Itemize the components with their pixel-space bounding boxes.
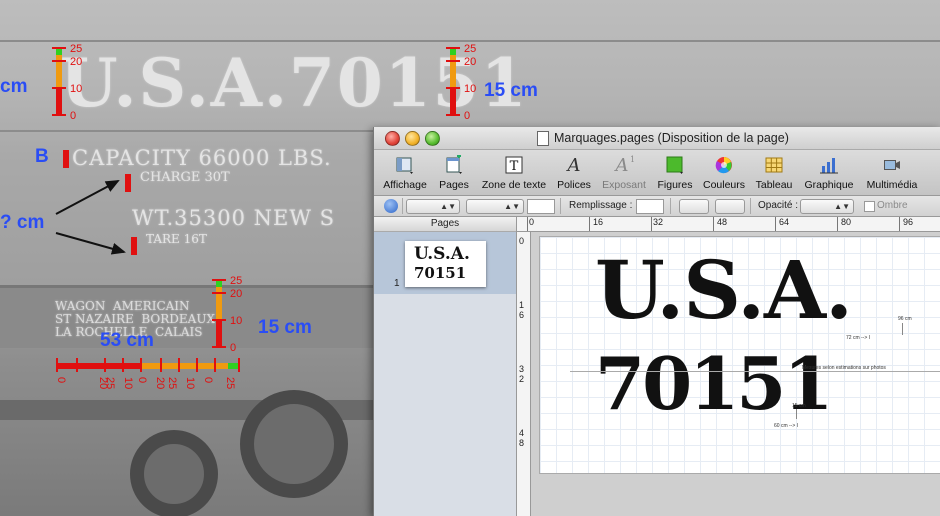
pages-sidebar: Pages U.S.A. 70151 1	[374, 217, 517, 516]
annotation-53cm: 53 cm	[100, 330, 154, 351]
opacity-label: Opacité :	[758, 200, 799, 211]
horizontal-ruler: 0 25 20 10 0 25 20 10 0 25	[55, 358, 242, 398]
document-page[interactable]: U.S.A. 70151 96 cm 72 cm --> I Mesures s…	[539, 236, 940, 474]
close-button[interactable]	[385, 131, 400, 146]
vertical-doc-ruler[interactable]: 0 1 6 3 2 4 8	[517, 232, 531, 516]
line-style-popup[interactable]: ▲▼	[466, 199, 524, 214]
zoom-button[interactable]	[425, 131, 440, 146]
textbox-icon: T	[505, 156, 523, 174]
doc-text-usa[interactable]: U.S.A.	[595, 243, 853, 337]
style-popup[interactable]: ▲▼	[406, 199, 460, 214]
svg-text:A: A	[614, 155, 629, 175]
svg-text:A: A	[566, 155, 581, 175]
page-thumbnail[interactable]: U.S.A. 70151	[405, 241, 486, 287]
toolbar-figures[interactable]: Figures	[654, 152, 696, 194]
wrap-button[interactable]	[679, 199, 709, 214]
colors-icon	[715, 157, 732, 174]
annotation-15cm-middle: 15 cm	[258, 317, 312, 338]
toolbar-couleurs[interactable]: Couleurs	[700, 152, 748, 194]
toolbar-zone-de-texte[interactable]: T Zone de texte	[478, 152, 550, 194]
svg-text:1: 1	[630, 155, 634, 164]
pages-window: Marquages.pages (Disposition de la page)…	[373, 127, 940, 516]
shadow-checkbox[interactable]	[864, 201, 875, 212]
view-icon	[396, 157, 413, 174]
note-72cm: 72 cm --> I	[846, 335, 871, 341]
superscript-icon: A1	[614, 155, 634, 175]
arrows	[55, 180, 126, 255]
format-bar: ▲▼ ▲▼ Remplissage : Opacité : ▲▼ Ombre	[374, 196, 940, 217]
minimize-button[interactable]	[405, 131, 420, 146]
document-canvas: U.S.A. 70151 96 cm 72 cm --> I Mesures s…	[531, 232, 940, 516]
styles-drawer-icon[interactable]	[384, 199, 398, 213]
svg-text:T: T	[510, 159, 519, 174]
vertical-ruler: 25 20 10 0	[442, 44, 476, 122]
arrange-button[interactable]	[715, 199, 745, 214]
wheel	[130, 430, 218, 516]
toolbar-tableau[interactable]: Tableau	[752, 152, 796, 194]
shapes-icon	[666, 156, 683, 174]
toolbar-polices[interactable]: A Polices	[554, 152, 594, 194]
title-bar[interactable]: Marquages.pages (Disposition de la page)	[374, 127, 940, 150]
toolbar-affichage[interactable]: Affichage	[380, 152, 430, 194]
fill-label: Remplissage :	[569, 200, 633, 211]
note-60cm: 60 cm --> I	[774, 423, 799, 429]
chart-icon	[820, 158, 838, 174]
toolbar-pages[interactable]: Pages	[434, 152, 474, 194]
pages-header: Pages	[374, 217, 516, 232]
window-title: Marquages.pages (Disposition de la page)	[554, 131, 789, 145]
table-icon	[765, 157, 783, 173]
toolbar: Affichage Pages T Zone de texte A Police…	[374, 150, 940, 196]
wheel	[240, 390, 348, 498]
note-15cm: 15 cm	[792, 403, 806, 409]
pages-icon	[446, 155, 462, 174]
shadow-label: Ombre	[877, 200, 908, 211]
media-icon	[884, 160, 900, 170]
opacity-popup[interactable]: ▲▼	[800, 199, 854, 214]
toolbar-graphique[interactable]: Graphique	[800, 152, 858, 194]
line-width-field[interactable]	[527, 199, 555, 214]
fill-color-well[interactable]	[636, 199, 664, 214]
document-icon	[537, 131, 549, 146]
page-number: 1	[394, 278, 400, 289]
note-96cm: 96 cm	[898, 316, 912, 322]
toolbar-multimedia[interactable]: Multimédia	[862, 152, 922, 194]
annotation-15cm-top: 15 cm	[484, 80, 538, 101]
horizontal-doc-ruler[interactable]: 0 16 32 48 64 80 96	[517, 217, 940, 232]
toolbar-exposant[interactable]: A1 Exposant	[598, 152, 650, 194]
fonts-icon: A	[566, 155, 581, 175]
